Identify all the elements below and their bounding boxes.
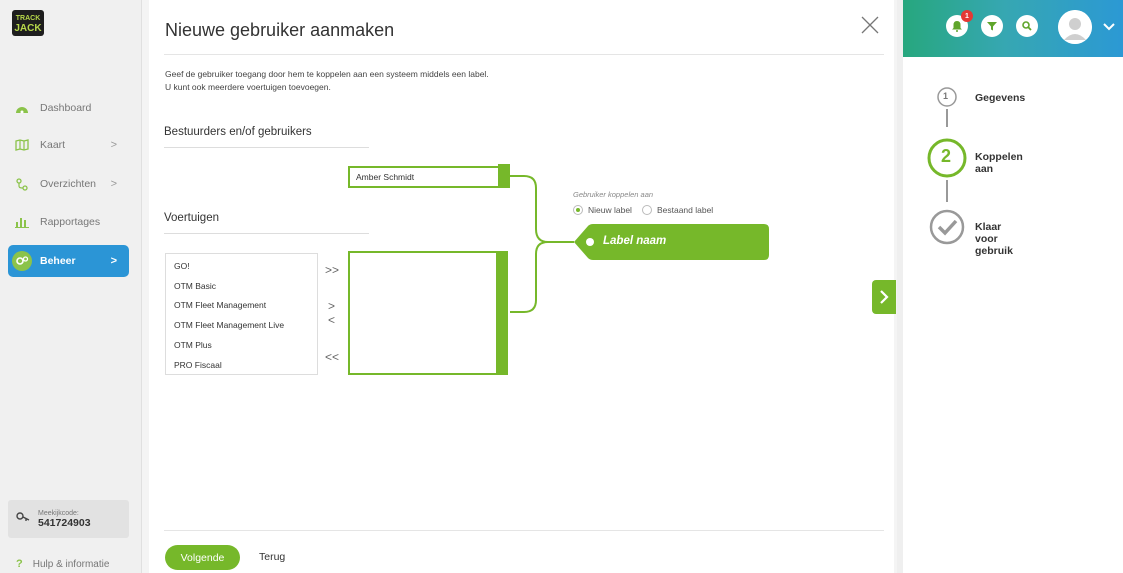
step-connector (946, 109, 948, 127)
selected-user-name: Amber Schmidt (356, 172, 415, 182)
key-icon (16, 510, 30, 528)
meekijk-code-box: Meekijkcode: 541724903 (8, 500, 129, 538)
search-button[interactable] (1016, 15, 1038, 37)
svg-text:TRACK: TRACK (16, 15, 41, 22)
sidebar-item-dashboard[interactable]: Dashboard (8, 92, 129, 124)
sidebar-item-overzichten[interactable]: Overzichten > (8, 168, 129, 200)
divider (164, 530, 884, 531)
steps-panel: 1 1 Gegevens 2 Koppelen aan Klaar voor g… (897, 0, 1123, 573)
radio-new-label[interactable] (573, 205, 583, 215)
help-link[interactable]: ? Hulp & informatie (16, 558, 109, 570)
next-button[interactable]: Volgende (165, 545, 240, 570)
step-label: Klaar voor gebruik (975, 221, 1013, 257)
dashboard-icon (14, 100, 30, 116)
step-label: Gegevens (975, 92, 1026, 104)
notification-badge: 1 (961, 10, 973, 22)
help-label: Hulp & informatie (32, 558, 110, 570)
sidebar-item-label: Overzichten (40, 178, 97, 190)
meekijk-label: Meekijkcode: (38, 509, 79, 517)
chevron-down-icon[interactable] (1103, 18, 1115, 36)
svg-text:JACK: JACK (14, 23, 42, 34)
link-label: Gebruiker koppelen aan (573, 190, 654, 199)
list-item[interactable]: OTM Basic (174, 281, 216, 291)
sidebar-item-kaart[interactable]: Kaart > (8, 129, 129, 161)
label-type-radios: Nieuw label Bestaand label (573, 205, 713, 215)
bar-chart-icon (14, 214, 30, 230)
selected-user-box[interactable]: Amber Schmidt (348, 166, 500, 188)
chevron-right-icon: > (110, 139, 117, 151)
gears-icon (12, 251, 32, 271)
radio-existing-label[interactable] (641, 205, 652, 215)
search-icon (1022, 21, 1032, 31)
vehicle-connector-tab (496, 253, 506, 373)
list-item[interactable]: OTM Fleet Management Live (174, 320, 284, 330)
create-user-panel: Nieuwe gebruiker aanmaken Geef de gebrui… (149, 0, 894, 573)
map-icon (14, 137, 30, 153)
list-item[interactable]: GO! (174, 261, 190, 271)
sidebar-item-label: Rapportages (40, 216, 101, 228)
sidebar-item-label: Dashboard (40, 102, 92, 114)
question-icon: ? (16, 558, 23, 570)
filter-icon (987, 22, 997, 31)
sidebar-item-label: Beheer (40, 255, 76, 267)
step-number: 2 (941, 146, 952, 166)
user-avatar-icon (1058, 10, 1092, 44)
sidebar-item-beheer[interactable]: Beheer > (8, 245, 129, 277)
step-connector (946, 180, 948, 202)
meekijk-code: 541724903 (38, 516, 91, 529)
sidebar-item-label: Kaart (40, 139, 66, 151)
move-all-left-button[interactable]: << (325, 350, 339, 364)
bell-icon (952, 21, 962, 32)
move-left-button[interactable]: < (328, 313, 335, 327)
step-label: Koppelen aan (975, 151, 1023, 175)
radio-existing-label-text: Bestaand label (656, 205, 714, 215)
vehicle-list[interactable]: GO! OTM Basic OTM Fleet Management OTM F… (165, 253, 318, 375)
panel-toggle-button[interactable] (872, 280, 896, 314)
route-icon (14, 176, 30, 192)
list-item[interactable]: OTM Fleet Management (174, 300, 266, 310)
chevron-right-icon: > (110, 255, 117, 267)
chevron-right-icon (880, 290, 889, 304)
chevron-right-icon: > (110, 178, 117, 190)
user-connector-tab (498, 164, 510, 188)
list-item[interactable]: OTM Plus (174, 340, 212, 350)
radio-new-label-text: Nieuw label (588, 205, 632, 215)
list-item[interactable]: PRO Fiscaal (174, 360, 222, 370)
label-name-placeholder: Label naam (603, 235, 667, 247)
sidebar-item-rapportages[interactable]: Rapportages (8, 206, 129, 238)
filter-button[interactable] (981, 15, 1003, 37)
track-jack-logo[interactable]: TRACK JACK (10, 8, 46, 38)
step-number: 1 (943, 91, 949, 101)
label-name-input[interactable]: Label naam (574, 224, 769, 260)
top-bar: 1 (903, 0, 1123, 57)
back-button[interactable]: Terug (259, 551, 285, 563)
move-right-button[interactable]: > (328, 299, 335, 313)
avatar[interactable] (1058, 10, 1092, 44)
move-all-right-button[interactable]: >> (325, 263, 339, 277)
selected-vehicles-box[interactable] (348, 251, 508, 375)
sidebar: TRACK JACK Dashboard Kaart > Overzichten… (0, 0, 142, 573)
